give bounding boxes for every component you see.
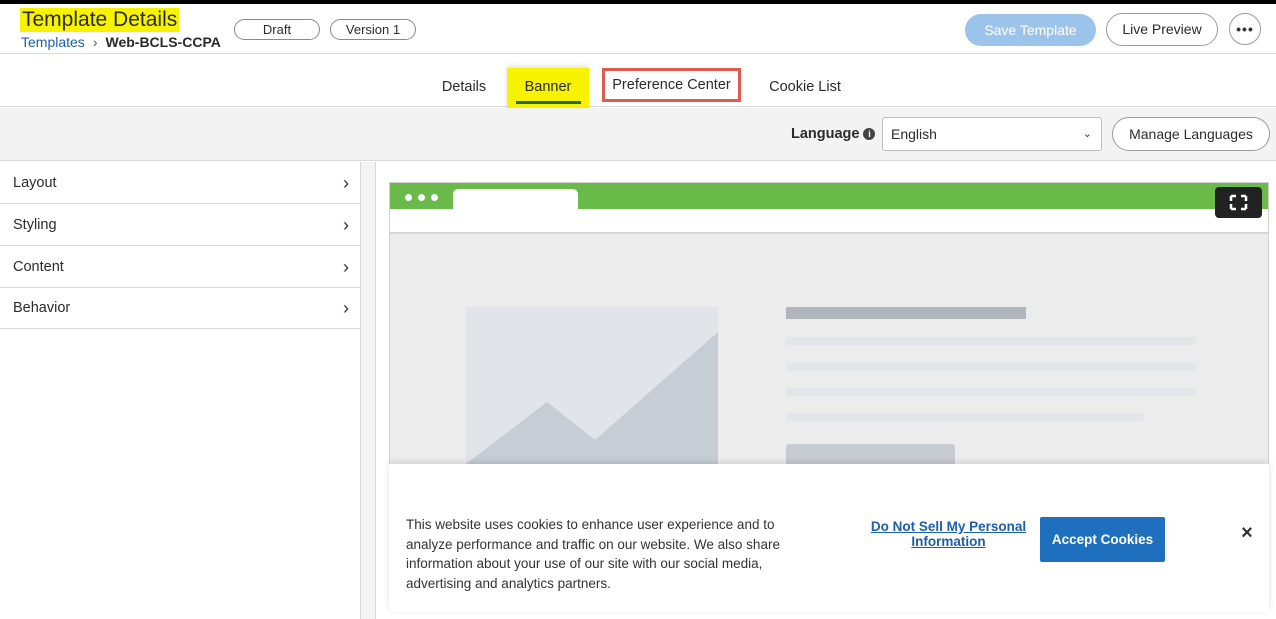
placeholder-line	[786, 413, 1143, 421]
more-options-button[interactable]: •••	[1229, 13, 1261, 45]
chevron-right-icon: ›	[343, 257, 349, 277]
language-label-text: Language	[791, 126, 860, 142]
sidebar-item-label: Styling	[13, 217, 57, 233]
cookie-banner-text: This website uses cookies to enhance use…	[406, 517, 780, 591]
sidebar-item-label: Content	[13, 259, 64, 275]
page-title: Template Details	[20, 8, 180, 32]
browser-tab	[453, 189, 578, 211]
window-dot	[418, 194, 425, 201]
panel-divider[interactable]	[361, 162, 376, 619]
do-not-sell-link[interactable]: Do Not Sell My Personal Information	[867, 519, 1030, 549]
tab-banner[interactable]: Banner	[507, 68, 589, 112]
language-label: Language i	[791, 126, 876, 142]
sidebar-item-label: Behavior	[13, 300, 71, 316]
window-dot	[431, 194, 438, 201]
browser-title-bar	[390, 183, 1268, 211]
breadcrumb-templates-link[interactable]: Templates	[21, 34, 85, 50]
window-dot	[405, 194, 412, 201]
status-badge: Draft	[234, 19, 320, 40]
sidebar-item-label: Layout	[13, 175, 57, 191]
language-bar: Language i English ⌄ Manage Languages	[0, 108, 1276, 161]
placeholder-line	[786, 337, 1196, 345]
page-header: Template Details Templates › Web-BCLS-CCPA…	[0, 4, 1276, 54]
fullscreen-icon[interactable]	[1215, 187, 1262, 218]
settings-sidebar: Layout › Styling › Content › Behavior ›	[0, 162, 361, 619]
close-icon[interactable]: ×	[1239, 523, 1255, 543]
placeholder-line	[786, 388, 1196, 396]
breadcrumb-current: Web-BCLS-CCPA	[105, 34, 221, 50]
manage-languages-button[interactable]: Manage Languages	[1112, 117, 1270, 151]
browser-address-bar	[390, 209, 1268, 234]
live-preview-button[interactable]: Live Preview	[1106, 13, 1218, 46]
tab-banner-label: Banner	[524, 79, 572, 95]
accept-cookies-button[interactable]: Accept Cookies	[1040, 517, 1165, 562]
version-badge: Version 1	[330, 19, 416, 40]
placeholder-heading	[786, 307, 1026, 319]
chevron-right-icon: ›	[343, 215, 349, 235]
sidebar-item-behavior[interactable]: Behavior ›	[0, 287, 361, 329]
tab-preference-center[interactable]: Preference Center	[602, 68, 741, 102]
language-select[interactable]: English ⌄	[882, 117, 1102, 151]
cookie-banner: This website uses cookies to enhance use…	[389, 464, 1269, 612]
tab-bar: Details Banner Preference Center Cookie …	[0, 55, 1276, 112]
placeholder-line	[786, 363, 1196, 371]
active-tab-underline	[516, 101, 581, 104]
breadcrumb-separator: ›	[92, 34, 98, 50]
tab-details[interactable]: Details	[432, 55, 496, 107]
sidebar-item-content[interactable]: Content ›	[0, 246, 361, 288]
sidebar-item-layout[interactable]: Layout ›	[0, 162, 361, 204]
placeholder-image	[466, 307, 718, 467]
chevron-right-icon: ›	[343, 173, 349, 193]
tab-cookie-list[interactable]: Cookie List	[760, 55, 850, 107]
chevron-right-icon: ›	[343, 298, 349, 318]
sidebar-item-styling[interactable]: Styling ›	[0, 204, 361, 246]
save-template-button[interactable]: Save Template	[965, 14, 1096, 46]
breadcrumb: Templates › Web-BCLS-CCPA	[21, 34, 221, 50]
info-icon[interactable]: i	[863, 128, 876, 140]
language-select-value: English	[891, 126, 937, 142]
chevron-down-icon: ⌄	[1082, 128, 1092, 140]
